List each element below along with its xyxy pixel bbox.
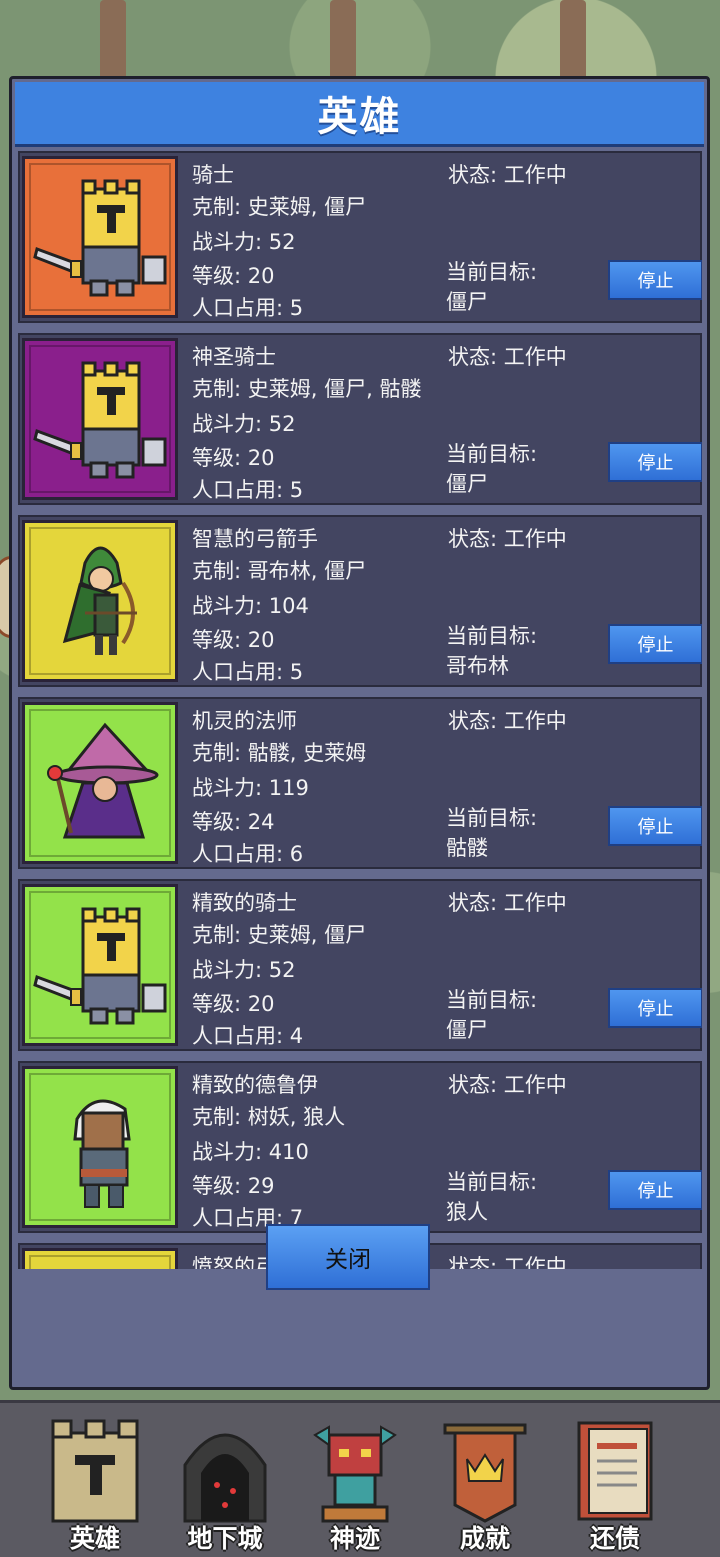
hero-target-label: 当前目标: — [446, 806, 538, 830]
hero-power: 战斗力: 410 — [192, 1140, 309, 1164]
hero-portrait — [22, 520, 178, 682]
hero-target-value: 僵尸 — [446, 290, 488, 314]
hero-level: 等级: 20 — [192, 628, 275, 652]
druid-icon — [25, 1069, 175, 1225]
hero-target-label: 当前目标: — [446, 442, 538, 466]
hero-status: 状态: 工作中 — [448, 1073, 567, 1097]
hero-name: 机灵的法师 — [192, 709, 297, 733]
hero-status: 状态: 工作中 — [448, 163, 567, 187]
nav-item-2[interactable]: 地下城 — [160, 1403, 290, 1557]
stop-button[interactable]: 停止 — [608, 442, 702, 482]
hero-level: 等级: 24 — [192, 810, 275, 834]
hero-counter: 克制: 史莱姆, 僵尸, 骷髅 — [192, 377, 422, 401]
hero-portrait — [22, 1066, 178, 1228]
nav-item-4[interactable]: 成就 — [420, 1403, 550, 1557]
hero-name: 精致的骑士 — [192, 891, 297, 915]
hero-target-label: 当前目标: — [446, 1170, 538, 1194]
hero-name: 精致的德鲁伊 — [192, 1073, 318, 1097]
archer-icon — [25, 1251, 175, 1269]
nav-item-3[interactable]: 神迹 — [290, 1403, 420, 1557]
panel-title-bar: 英雄 — [15, 82, 704, 147]
bottom-nav: 英雄 地下城 神迹 成就 还债 — [0, 1400, 720, 1557]
knight-icon — [25, 887, 175, 1043]
nav-item-1[interactable]: 英雄 — [30, 1403, 160, 1557]
hero-population: 人口占用: 6 — [192, 842, 304, 866]
close-button[interactable]: 关闭 — [266, 1224, 430, 1290]
nav-label: 神迹 — [329, 1524, 380, 1553]
hero-level: 等级: 20 — [192, 446, 275, 470]
hero-target-label: 当前目标: — [446, 624, 538, 648]
hero-population: 人口占用: 5 — [192, 478, 304, 502]
stop-button[interactable]: 停止 — [608, 988, 702, 1028]
nav-label: 地下城 — [187, 1524, 263, 1553]
hero-counter: 克制: 骷髅, 史莱姆 — [192, 741, 367, 765]
nav-label: 成就 — [459, 1524, 510, 1553]
hero-card[interactable]: 神圣骑士 状态: 工作中克制: 史莱姆, 僵尸, 骷髅 战斗力: 52 等级: 20 人… — [18, 333, 702, 505]
knight-icon — [25, 159, 175, 315]
hero-card[interactable]: 智慧的弓箭手 状态: 工作中克制: 哥布林, 僵尸 战斗力: 104 等级: 20 人口… — [18, 515, 702, 687]
hero-card[interactable]: 骑士 状态: 工作中克制: 史莱姆, 僵尸 战斗力: 52 等级: 20 人口占用: 5… — [18, 151, 702, 323]
hero-target-label: 当前目标: — [446, 988, 538, 1012]
hero-name: 神圣骑士 — [192, 345, 276, 369]
nav-label: 还债 — [589, 1524, 640, 1553]
hero-level: 等级: 20 — [192, 264, 275, 288]
stop-button[interactable]: 停止 — [608, 806, 702, 846]
hero-power: 战斗力: 52 — [192, 230, 296, 254]
panel-title: 英雄 — [317, 94, 402, 140]
hero-portrait — [22, 1248, 178, 1269]
hero-population: 人口占用: 5 — [192, 296, 304, 320]
heroes-panel: 英雄 骑士 状态: 工作中 克制: 史莱姆, 僵尸 战斗力: 52 等级: 20 人口占用… — [9, 76, 710, 1390]
hero-card[interactable]: 机灵的法师 状态: 工作中克制: 骷髅, 史莱姆 战斗力: 119 等级: 24 人口占… — [18, 697, 702, 869]
hero-counter: 克制: 树妖, 狼人 — [192, 1105, 346, 1129]
hero-portrait — [22, 156, 178, 318]
hero-power: 战斗力: 119 — [192, 776, 309, 800]
hero-card[interactable]: 精致的骑士 状态: 工作中克制: 史莱姆, 僵尸 战斗力: 52 等级: 20 人口占用… — [18, 879, 702, 1051]
hero-status: 状态: 工作中 — [448, 345, 567, 369]
hero-target-label: 当前目标: — [446, 260, 538, 284]
hero-power: 战斗力: 52 — [192, 412, 296, 436]
hero-list[interactable]: 骑士 状态: 工作中 克制: 史莱姆, 僵尸 战斗力: 52 等级: 20 人口占用: 5… — [18, 151, 702, 1269]
nav-label: 英雄 — [69, 1524, 120, 1553]
hero-target-value: 狼人 — [446, 1200, 488, 1224]
hero-target-value: 骷髅 — [446, 836, 488, 860]
hero-level: 等级: 29 — [192, 1174, 275, 1198]
stop-button[interactable]: 停止 — [608, 260, 702, 300]
hero-status: 状态: 工作中 — [448, 891, 567, 915]
nav-item-5[interactable]: 还债 — [550, 1403, 680, 1557]
hero-portrait — [22, 884, 178, 1046]
hero-target-value: 哥布林 — [446, 654, 509, 678]
stop-button[interactable]: 停止 — [608, 624, 702, 664]
archer-icon — [25, 523, 175, 679]
hero-population: 人口占用: 4 — [192, 1024, 304, 1048]
hero-status: 状态: 工作中 — [448, 1255, 567, 1269]
hero-target-value: 僵尸 — [446, 472, 488, 496]
hero-portrait — [22, 702, 178, 864]
mage-icon — [25, 705, 175, 861]
hero-level: 等级: 20 — [192, 992, 275, 1016]
hero-power: 战斗力: 52 — [192, 958, 296, 982]
hero-status: 状态: 工作中 — [448, 709, 567, 733]
hero-population: 人口占用: 5 — [192, 660, 304, 684]
hero-counter: 克制: 史莱姆, 僵尸 — [192, 195, 367, 219]
hero-status: 状态: 工作中 — [448, 527, 567, 551]
hero-name: 骑士 — [192, 163, 234, 187]
stop-button[interactable]: 停止 — [608, 1170, 702, 1210]
hero-card[interactable]: 精致的德鲁伊 状态: 工作中 克制: 树妖, 狼人 战斗力: 410 等级: 29 人口占… — [18, 1061, 702, 1233]
hero-target-value: 僵尸 — [446, 1018, 488, 1042]
hero-portrait — [22, 338, 178, 500]
hero-power: 战斗力: 104 — [192, 594, 309, 618]
knight-icon — [25, 341, 175, 497]
hero-name: 智慧的弓箭手 — [192, 527, 318, 551]
hero-counter: 克制: 哥布林, 僵尸 — [192, 559, 367, 583]
hero-counter: 克制: 史莱姆, 僵尸 — [192, 923, 367, 947]
